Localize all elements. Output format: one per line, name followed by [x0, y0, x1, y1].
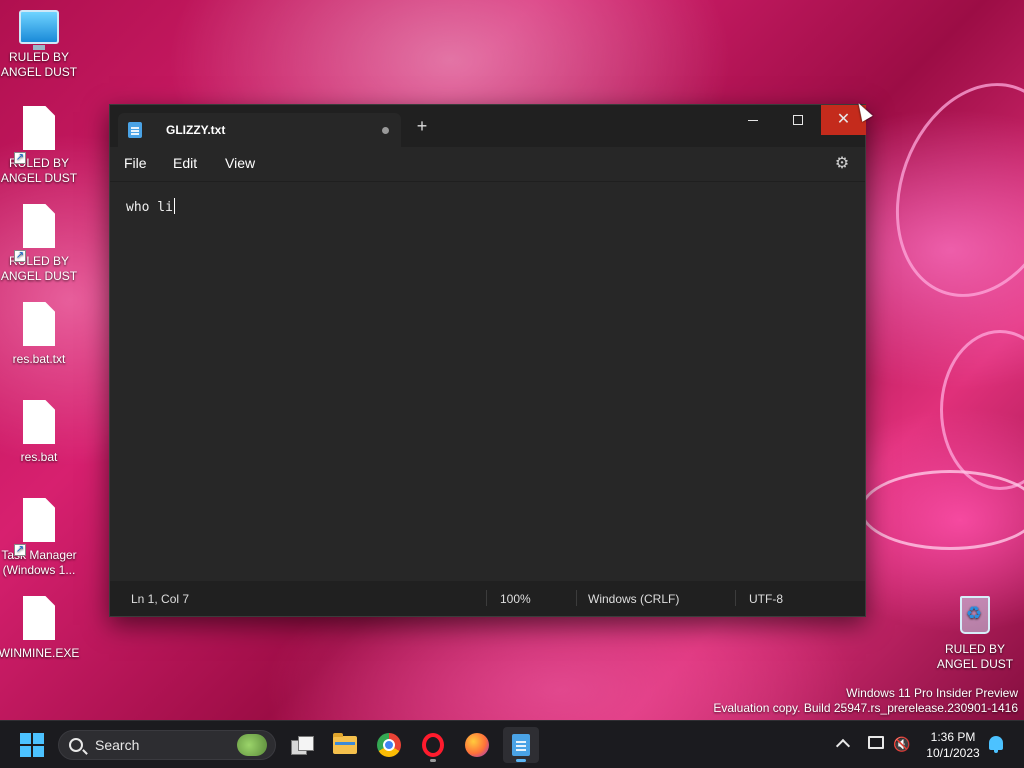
minimize-icon: [747, 119, 758, 121]
taskbar: Search 🔇 1:36 PM 10/1/2023: [0, 720, 1024, 768]
watermark-line-2: Evaluation copy. Build 25947.rs_prerelea…: [713, 701, 1018, 715]
wallpaper-neon-ring: [860, 470, 1024, 550]
file-explorer-button[interactable]: [327, 727, 363, 763]
desktop-icon-this-pc[interactable]: RULED BY ANGEL DUST: [0, 10, 78, 80]
desktop-icon-shortcut-1[interactable]: ↗ RULED BY ANGEL DUST: [0, 106, 78, 186]
notepad-taskbar-button[interactable]: [503, 727, 539, 763]
notepad-window: GLIZZY.txt + ✕ File Edit View ⚙ who li L…: [109, 104, 866, 617]
network-icon[interactable]: [868, 736, 884, 749]
show-hidden-icons-chevron-icon[interactable]: [835, 738, 851, 754]
firefox-icon: [465, 733, 489, 757]
status-bar: Ln 1, Col 7 100% Windows (CRLF) UTF-8: [110, 581, 865, 616]
notification-bell-icon[interactable]: [989, 736, 1003, 753]
opera-icon: [422, 733, 444, 757]
clock-time: 1:36 PM: [930, 730, 976, 744]
editor-content-line[interactable]: who li: [126, 198, 175, 215]
status-divider: [735, 590, 736, 606]
wallpaper-neon-arc: [940, 330, 1024, 490]
task-view-button[interactable]: [284, 727, 320, 763]
new-tab-button[interactable]: +: [411, 117, 433, 135]
desktop-icon-res-bat[interactable]: res.bat: [0, 400, 78, 465]
unsaved-dot-icon[interactable]: [382, 127, 389, 134]
text-editor[interactable]: who li: [110, 181, 865, 583]
file-icon: [23, 596, 55, 640]
windows-watermark: Windows 11 Pro Insider Preview Evaluatio…: [713, 686, 1018, 716]
status-line-ending: Windows (CRLF): [588, 592, 680, 606]
tab-title: GLIZZY.txt: [166, 123, 226, 137]
start-button[interactable]: [14, 727, 50, 763]
desktop-icon-task-manager[interactable]: ↗ Task Manager (Windows 1...: [0, 498, 78, 578]
search-icon: [69, 738, 83, 752]
active-indicator: [516, 759, 526, 762]
taskbar-clock[interactable]: 1:36 PM 10/1/2023: [918, 729, 988, 761]
menu-edit[interactable]: Edit: [173, 155, 197, 171]
chrome-button[interactable]: [371, 727, 407, 763]
status-encoding: UTF-8: [749, 592, 783, 606]
running-indicator: [430, 759, 436, 762]
notepad-icon: [128, 122, 142, 138]
search-highlight-icon: [237, 734, 267, 756]
title-bar[interactable]: GLIZZY.txt + ✕: [110, 105, 866, 147]
task-view-icon: [291, 736, 314, 755]
file-icon: [23, 498, 55, 542]
watermark-line-1: Windows 11 Pro Insider Preview: [846, 686, 1018, 700]
desktop-icon-label: WINMINE.EXE: [0, 646, 80, 660]
file-icon: [23, 400, 55, 444]
status-zoom: 100%: [500, 592, 531, 606]
file-icon: [23, 204, 55, 248]
desktop-icon-label: RULED BY ANGEL DUST: [936, 642, 1014, 671]
volume-muted-icon[interactable]: 🔇: [893, 736, 910, 752]
tab-glizzy[interactable]: GLIZZY.txt: [118, 113, 401, 147]
shortcut-arrow-icon: ↗: [14, 544, 26, 556]
desktop-icon-label: res.bat: [20, 450, 58, 464]
desktop-icon-recycle-bin[interactable]: RULED BY ANGEL DUST: [936, 596, 1014, 672]
desktop-icon-label: Task Manager (Windows 1...: [1, 548, 77, 577]
menu-bar: File Edit View ⚙: [110, 147, 865, 181]
notepad-icon: [512, 734, 530, 756]
editor-text: who li: [126, 200, 173, 215]
settings-gear-icon[interactable]: ⚙: [833, 155, 851, 173]
desktop-icon-res-bat-txt[interactable]: res.bat.txt: [0, 302, 78, 367]
desktop-icon-shortcut-2[interactable]: ↗ RULED BY ANGEL DUST: [0, 204, 78, 284]
clock-date: 10/1/2023: [926, 746, 980, 760]
desktop-icon-label: RULED BY ANGEL DUST: [0, 254, 78, 283]
menu-view[interactable]: View: [225, 155, 255, 171]
recycle-bin-icon: [960, 596, 990, 634]
close-icon: ✕: [836, 111, 851, 128]
text-caret: [173, 198, 175, 214]
shortcut-arrow-icon: ↗: [14, 250, 26, 262]
minimize-button[interactable]: [730, 105, 775, 135]
desktop-icon-label: RULED BY ANGEL DUST: [0, 156, 78, 185]
monitor-icon: [19, 10, 59, 50]
desktop-icon-label: res.bat.txt: [12, 352, 66, 366]
file-explorer-icon: [333, 733, 357, 754]
search-label: Search: [95, 737, 140, 753]
status-position: Ln 1, Col 7: [131, 592, 190, 606]
status-divider: [486, 590, 487, 606]
shortcut-arrow-icon: ↗: [14, 152, 26, 164]
file-icon: [23, 106, 55, 150]
taskbar-search[interactable]: Search: [58, 730, 276, 760]
chrome-icon: [377, 733, 401, 757]
maximize-icon: [792, 115, 803, 125]
windows-logo-icon: [20, 733, 44, 757]
status-divider: [576, 590, 577, 606]
maximize-button[interactable]: [775, 105, 820, 135]
opera-button[interactable]: [415, 727, 451, 763]
desktop-icon-winmine[interactable]: WINMINE.EXE: [0, 596, 80, 661]
wallpaper-neon-heart: [867, 59, 1024, 321]
firefox-button[interactable]: [459, 727, 495, 763]
file-icon: [23, 302, 55, 346]
menu-file[interactable]: File: [124, 155, 147, 171]
desktop-icon-label: RULED BY ANGEL DUST: [0, 50, 78, 79]
